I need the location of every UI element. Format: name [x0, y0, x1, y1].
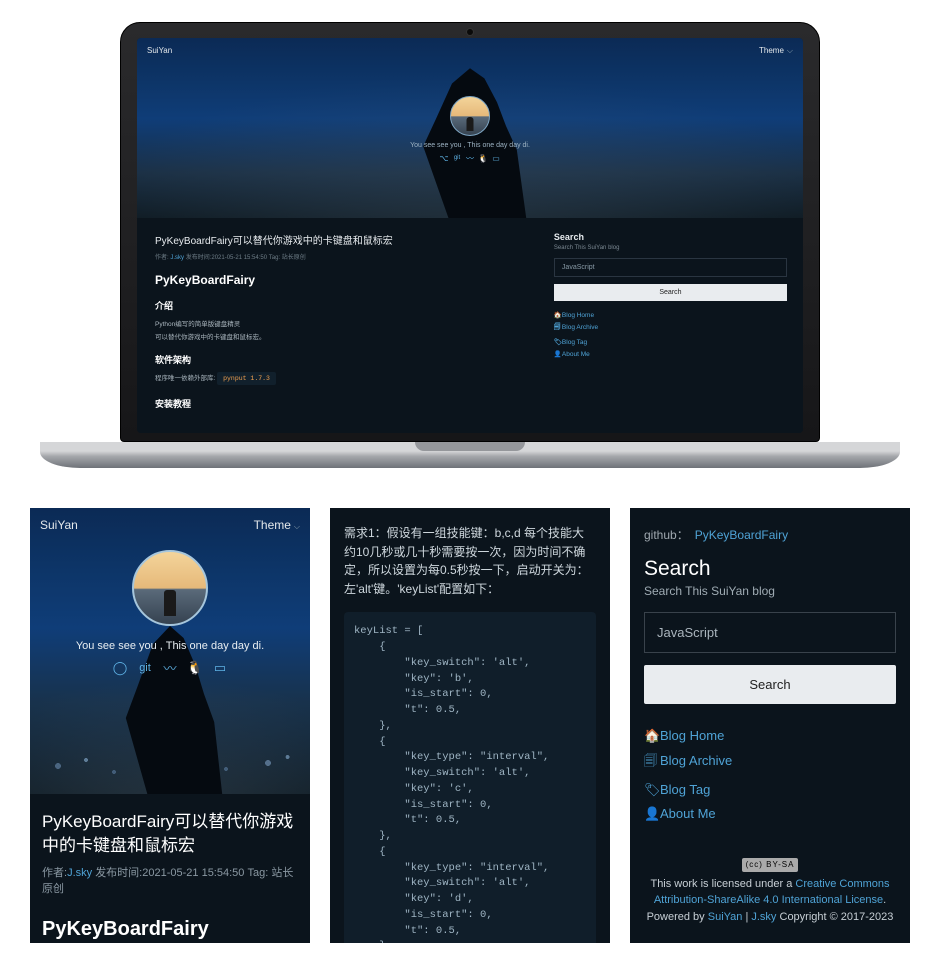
github-icon[interactable]: ⌥ [440, 154, 448, 162]
book-icon[interactable]: ▭ [213, 660, 228, 675]
home-icon: 🏠 [554, 311, 562, 319]
git-text[interactable]: git [453, 154, 461, 162]
topbar: SuiYan Theme [147, 46, 793, 56]
archive-icon: 🗐 [554, 323, 562, 334]
laptop-frame: SuiYan Theme You see see you , This one … [120, 22, 820, 442]
footer: (cc) BY-SA This work is licensed under a… [644, 838, 896, 926]
user-icon: 👤 [644, 806, 660, 822]
h1: PyKeyBoardFairy [42, 918, 298, 941]
weibo-icon[interactable]: 〰 [466, 154, 474, 162]
screen: SuiYan Theme You see see you , This one … [137, 38, 803, 433]
search-sub: Search This SuiYan blog [644, 584, 896, 598]
social-row: ⌥ git 〰 🐧 ▭ [440, 154, 500, 162]
archive-icon: 🗐 [644, 752, 660, 774]
deps-line: 程序唯一依赖外部库: pynput 1.7.3 [155, 372, 528, 385]
qq-icon[interactable]: 🐧 [479, 154, 487, 162]
code-preview: 需求1：假设有一组技能键：b,c,d 每个技能大约10几秒或几十秒需要按一次，因… [330, 508, 610, 943]
user-icon: 👤 [554, 350, 562, 358]
search-title: Search [554, 232, 787, 242]
cc-badge[interactable]: (cc) BY-SA [742, 858, 799, 872]
search-button[interactable]: Search [644, 665, 896, 704]
hero: You see see you , This one day day di. ⌥… [137, 38, 803, 218]
theme-dropdown[interactable]: Theme [254, 518, 300, 532]
qq-icon[interactable]: 🐧 [188, 660, 203, 675]
sidebar: Search Search This SuiYan blog JavaScrip… [554, 232, 787, 433]
tagline: You see see you , This one day day di. [410, 142, 530, 149]
tag-icon: 🏷 [644, 782, 660, 798]
article-main: PyKeyBoardFairy可以替代你游戏中的卡键盘和鼠标宏 作者: J.sk… [155, 232, 528, 433]
git-text[interactable]: git [138, 660, 153, 675]
nav-about[interactable]: 👤About Me [554, 350, 787, 358]
avatar[interactable] [132, 550, 208, 626]
intro-heading: 介绍 [155, 299, 528, 312]
sidebar-preview: github：PyKeyBoardFairy Search Search Thi… [630, 508, 910, 943]
mobile-preview: SuiYan Theme You see see you , This one … [30, 508, 310, 943]
avatar[interactable] [450, 96, 490, 136]
code-desc: 需求1：假设有一组技能键：b,c,d 每个技能大约10几秒或几十秒需要按一次，因… [344, 524, 596, 598]
nav-archive[interactable]: 🗐Blog Archive [554, 323, 787, 334]
github-line: github：PyKeyBoardFairy [644, 526, 896, 543]
search-input[interactable]: JavaScript [554, 258, 787, 277]
intro-p1: Python编写的简单版键盘精灵 [155, 318, 528, 328]
brand[interactable]: SuiYan [40, 518, 78, 532]
article-title: PyKeyBoardFairy可以替代你游戏中的卡键盘和鼠标宏 [155, 232, 528, 247]
laptop-base [40, 442, 900, 468]
search-button[interactable]: Search [554, 284, 787, 301]
deps-badge: pynput 1.7.3 [217, 372, 276, 385]
search-input[interactable]: JavaScript [644, 612, 896, 653]
author-link[interactable]: J.sky [170, 255, 184, 261]
suiyan-link[interactable]: SuiYan [708, 911, 743, 923]
nav-home[interactable]: 🏠Blog Home [644, 728, 896, 744]
nav-tag[interactable]: 🏷Blog Tag [554, 338, 787, 346]
side-nav: 🏠Blog Home 🗐Blog Archive 🏷Blog Tag 👤Abou… [554, 311, 787, 358]
article-title: PyKeyBoardFairy可以替代你游戏中的卡键盘和鼠标宏 [42, 810, 298, 858]
nav-home[interactable]: 🏠Blog Home [554, 311, 787, 319]
search-title: Search [644, 557, 896, 581]
arch-heading: 软件架构 [155, 353, 528, 366]
github-link[interactable]: PyKeyBoardFairy [695, 528, 788, 542]
home-icon: 🏠 [644, 728, 660, 744]
tagline: You see see you , This one day day di. [76, 640, 264, 652]
tag-icon: 🏷 [554, 338, 562, 346]
github-icon[interactable]: ◯ [113, 660, 128, 675]
nav-tag[interactable]: 🏷Blog Tag [644, 782, 896, 798]
nav-about[interactable]: 👤About Me [644, 806, 896, 822]
article-meta: 作者: J.sky 发布时间:2021-05-21 15:54:50 Tag: … [155, 252, 528, 261]
weibo-icon[interactable]: 〰 [163, 660, 178, 675]
h1: PyKeyBoardFairy [155, 273, 528, 287]
intro-p2: 可以替代你游戏中的卡键盘和鼠标宏。 [155, 331, 528, 341]
brand[interactable]: SuiYan [147, 46, 172, 56]
install-heading: 安装教程 [155, 397, 528, 410]
laptop-mockup: SuiYan Theme You see see you , This one … [120, 22, 820, 468]
jsky-link[interactable]: J.sky [751, 911, 776, 923]
search-sub: Search This SuiYan blog [554, 245, 787, 251]
nav-archive[interactable]: 🗐Blog Archive [644, 752, 896, 774]
author-link[interactable]: J.sky [67, 867, 92, 879]
code-block[interactable]: keyList = [ { "key_switch": 'alt', "key"… [344, 612, 596, 943]
theme-dropdown[interactable]: Theme [759, 46, 793, 56]
book-icon[interactable]: ▭ [492, 154, 500, 162]
